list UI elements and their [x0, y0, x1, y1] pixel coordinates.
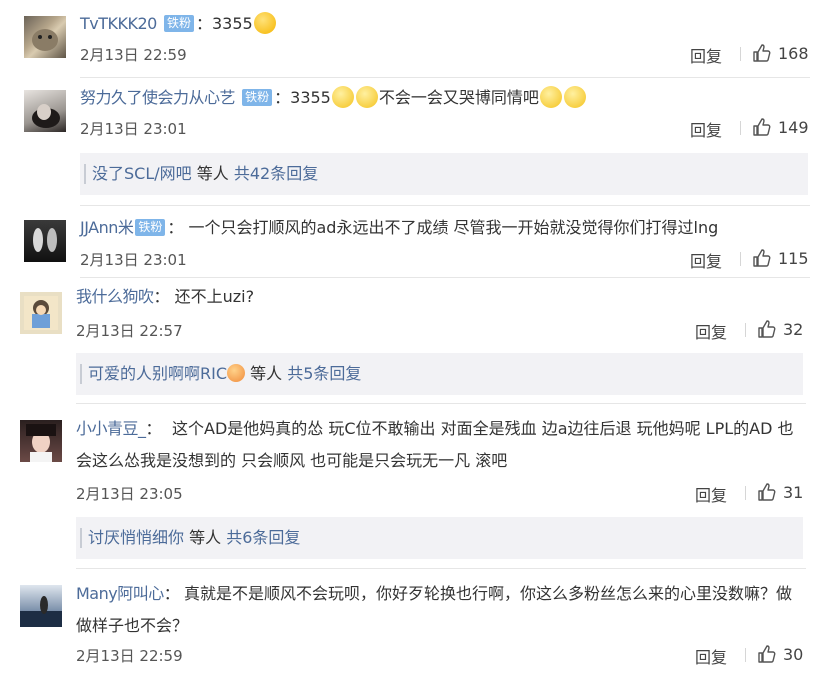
comment-header: 努力久了使会力从心艺 铁粉 ：3355 不会一会又哭博同情吧	[80, 86, 587, 109]
smile-emoji-icon	[331, 86, 354, 108]
comment-header: TvTKKK20 铁粉 ：3355	[80, 12, 277, 35]
replies-preview[interactable]: 可爱的人别啊啊RIC 等人 共5条回复	[76, 353, 803, 395]
like-button[interactable]: 31	[757, 482, 803, 502]
comment-item: JJAnn米 铁粉： 一个只会打顺风的ad永远出不了成绩 尽管我一开始就没觉得你们…	[0, 206, 835, 280]
comment-text: 真就是不是顺风不会玩呗，你好歹轮换也行啊，你这么多粉丝怎么来的心里没数嘛？做做样…	[76, 584, 793, 635]
like-count: 31	[783, 483, 804, 502]
timestamp: 2月13日 23:01	[80, 120, 187, 138]
replies-preview[interactable]: 讨厌悄悄细你 等人 共6条回复	[76, 517, 803, 559]
shocked-emoji-icon	[253, 12, 276, 34]
fan-badge[interactable]: 铁粉	[242, 89, 273, 106]
username[interactable]: TvTKKK20	[80, 14, 157, 33]
thumbs-up-icon	[758, 645, 776, 663]
avatar[interactable]	[20, 292, 62, 334]
like-count: 115	[778, 249, 809, 268]
thumbs-up-icon	[753, 118, 771, 136]
like-count: 30	[783, 645, 804, 664]
emoji-icon	[227, 364, 246, 382]
like-button[interactable]: 32	[757, 319, 803, 339]
smile-emoji-icon	[355, 86, 378, 108]
view-replies-link[interactable]: 共5条回复	[287, 364, 361, 383]
avatar[interactable]	[24, 220, 66, 262]
comment-item: 我什么狗吹： 还不上uzi? 2月13日 22:57 回复 32 可爱的人别啊啊…	[0, 278, 835, 404]
reply-button[interactable]: 回复	[690, 43, 722, 67]
like-button[interactable]: 168	[752, 43, 809, 63]
divider	[745, 648, 746, 662]
comment-item: Many阿叫心： 真就是不是顺风不会玩呗，你好歹轮换也行啊，你这么多粉丝怎么来的…	[0, 569, 835, 681]
username[interactable]: 我什么狗吹	[76, 287, 154, 306]
timestamp: 2月13日 22:57	[76, 322, 183, 340]
reply-users[interactable]: 可爱的人别啊啊RIC	[88, 364, 227, 383]
comment-text: 3355	[211, 14, 253, 33]
fan-badge[interactable]: 铁粉	[163, 15, 194, 32]
reply-button[interactable]: 回复	[695, 644, 727, 668]
comment-item: TvTKKK20 铁粉 ：3355 2月13日 22:59 回复 168	[0, 0, 835, 80]
comment-text: 一个只会打顺风的ad永远出不了成绩 尽管我一开始就没觉得你们打得过lng	[188, 218, 719, 237]
comment-item: 小小青豆_： 这个AD是他妈真的怂 玩C位不敢输出 对面全是残血 边a边往后退 …	[0, 404, 835, 569]
comment-text: 这个AD是他妈真的怂 玩C位不敢输出 对面全是残血 边a边往后退 玩他妈呢 LP…	[76, 419, 794, 470]
reply-users[interactable]: 讨厌悄悄细你	[88, 528, 184, 547]
like-button[interactable]: 30	[757, 644, 803, 664]
thumbs-up-icon	[753, 44, 771, 62]
reply-button[interactable]: 回复	[690, 117, 722, 141]
like-count: 168	[778, 44, 809, 63]
smile-emoji-icon	[539, 86, 562, 108]
smile-emoji-icon	[563, 86, 586, 108]
timestamp: 2月13日 22:59	[76, 647, 183, 665]
thumbs-up-icon	[753, 249, 771, 267]
view-replies-link[interactable]: 共42条回复	[234, 164, 318, 183]
like-count: 149	[778, 118, 809, 137]
timestamp: 2月13日 22:59	[80, 46, 187, 64]
reply-users[interactable]: 没了SCL/网吧	[92, 164, 192, 183]
avatar[interactable]	[24, 16, 66, 58]
divider	[745, 323, 746, 337]
like-count: 32	[783, 320, 804, 339]
timestamp: 2月13日 23:05	[76, 485, 183, 503]
fan-badge[interactable]: 铁粉	[135, 219, 166, 236]
like-button[interactable]: 149	[752, 117, 809, 137]
divider	[80, 77, 810, 78]
avatar[interactable]	[20, 585, 62, 627]
comment-item: 努力久了使会力从心艺 铁粉 ：3355 不会一会又哭博同情吧 2月13日 23:01…	[0, 80, 835, 205]
replies-preview[interactable]: 没了SCL/网吧 等人 共42条回复	[80, 153, 808, 195]
avatar[interactable]	[20, 420, 62, 462]
divider	[745, 486, 746, 500]
avatar[interactable]	[24, 90, 66, 132]
username[interactable]: 努力久了使会力从心艺	[80, 88, 236, 107]
thumbs-up-icon	[758, 483, 776, 501]
like-button[interactable]: 115	[752, 248, 809, 268]
divider	[740, 252, 741, 266]
view-replies-link[interactable]: 共6条回复	[226, 528, 300, 547]
divider	[740, 47, 741, 61]
username[interactable]: JJAnn米	[80, 218, 134, 237]
reply-button[interactable]: 回复	[695, 319, 727, 343]
timestamp: 2月13日 23:01	[80, 251, 187, 269]
comment-header: JJAnn米 铁粉： 一个只会打顺风的ad永远出不了成绩 尽管我一开始就没觉得你们…	[80, 218, 719, 237]
reply-button[interactable]: 回复	[695, 482, 727, 506]
comment-text: 还不上uzi?	[174, 287, 255, 306]
thumbs-up-icon	[758, 320, 776, 338]
divider	[740, 121, 741, 135]
reply-button[interactable]: 回复	[690, 248, 722, 272]
comment-header: 我什么狗吹： 还不上uzi?	[76, 287, 255, 306]
